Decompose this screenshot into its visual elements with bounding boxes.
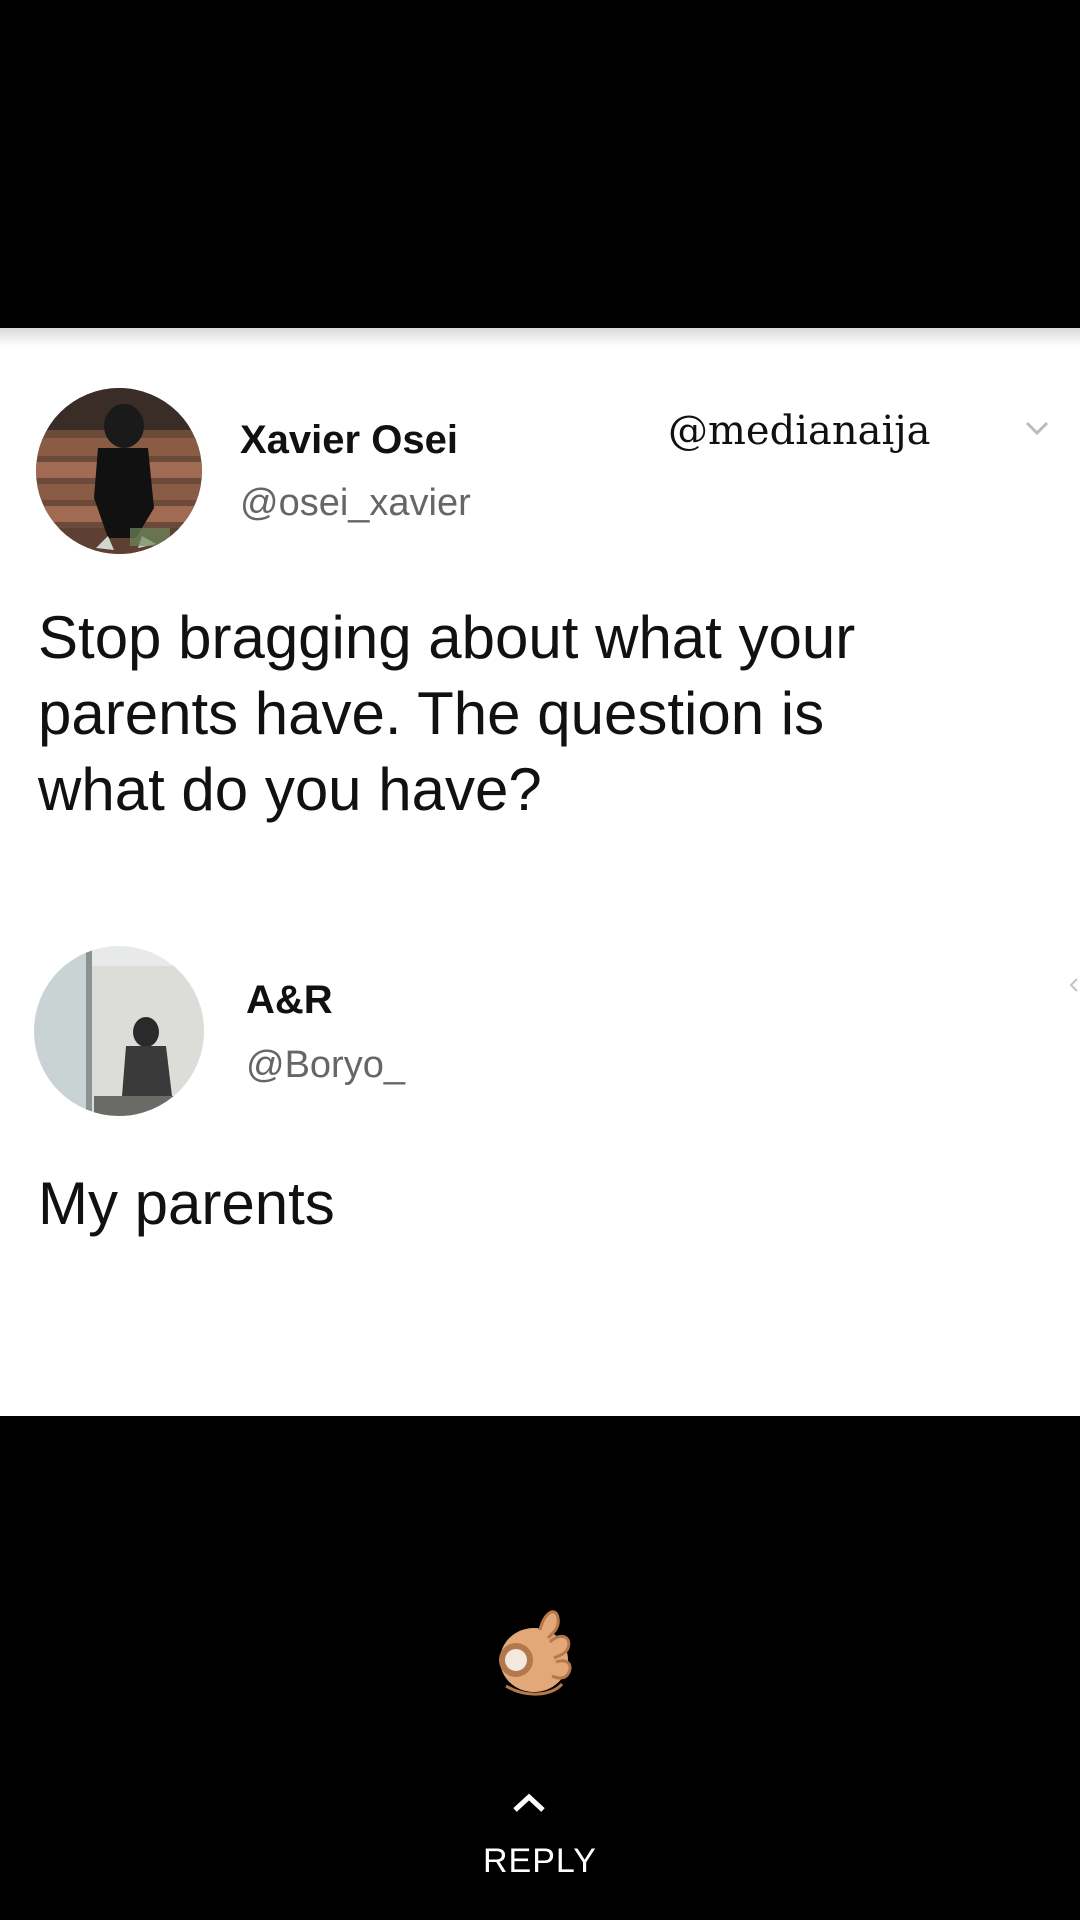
ok-hand-icon xyxy=(499,1610,572,1696)
reply-author-name[interactable]: A&R xyxy=(246,978,333,1023)
xavier-avatar[interactable] xyxy=(36,388,202,554)
reply-author-handle[interactable]: @Boryo_ xyxy=(246,1044,405,1087)
author-handle[interactable]: @osei_xavier xyxy=(240,482,471,525)
chevron-down-icon[interactable] xyxy=(1024,418,1050,438)
watermark: @medianaija xyxy=(668,408,931,454)
reply-author-avatar[interactable] xyxy=(34,946,204,1116)
card-shadow xyxy=(0,328,1080,346)
reply-menu-icon[interactable] xyxy=(1068,978,1078,992)
author-name[interactable]: Xavier Osei xyxy=(240,418,458,463)
chevron-up-icon[interactable] xyxy=(511,1792,547,1814)
tweet-text: Stop bragging about what your parents ha… xyxy=(38,604,856,823)
reply-button[interactable]: REPLY xyxy=(440,1842,640,1881)
reply-tweet-text: My parents xyxy=(38,1170,335,1237)
